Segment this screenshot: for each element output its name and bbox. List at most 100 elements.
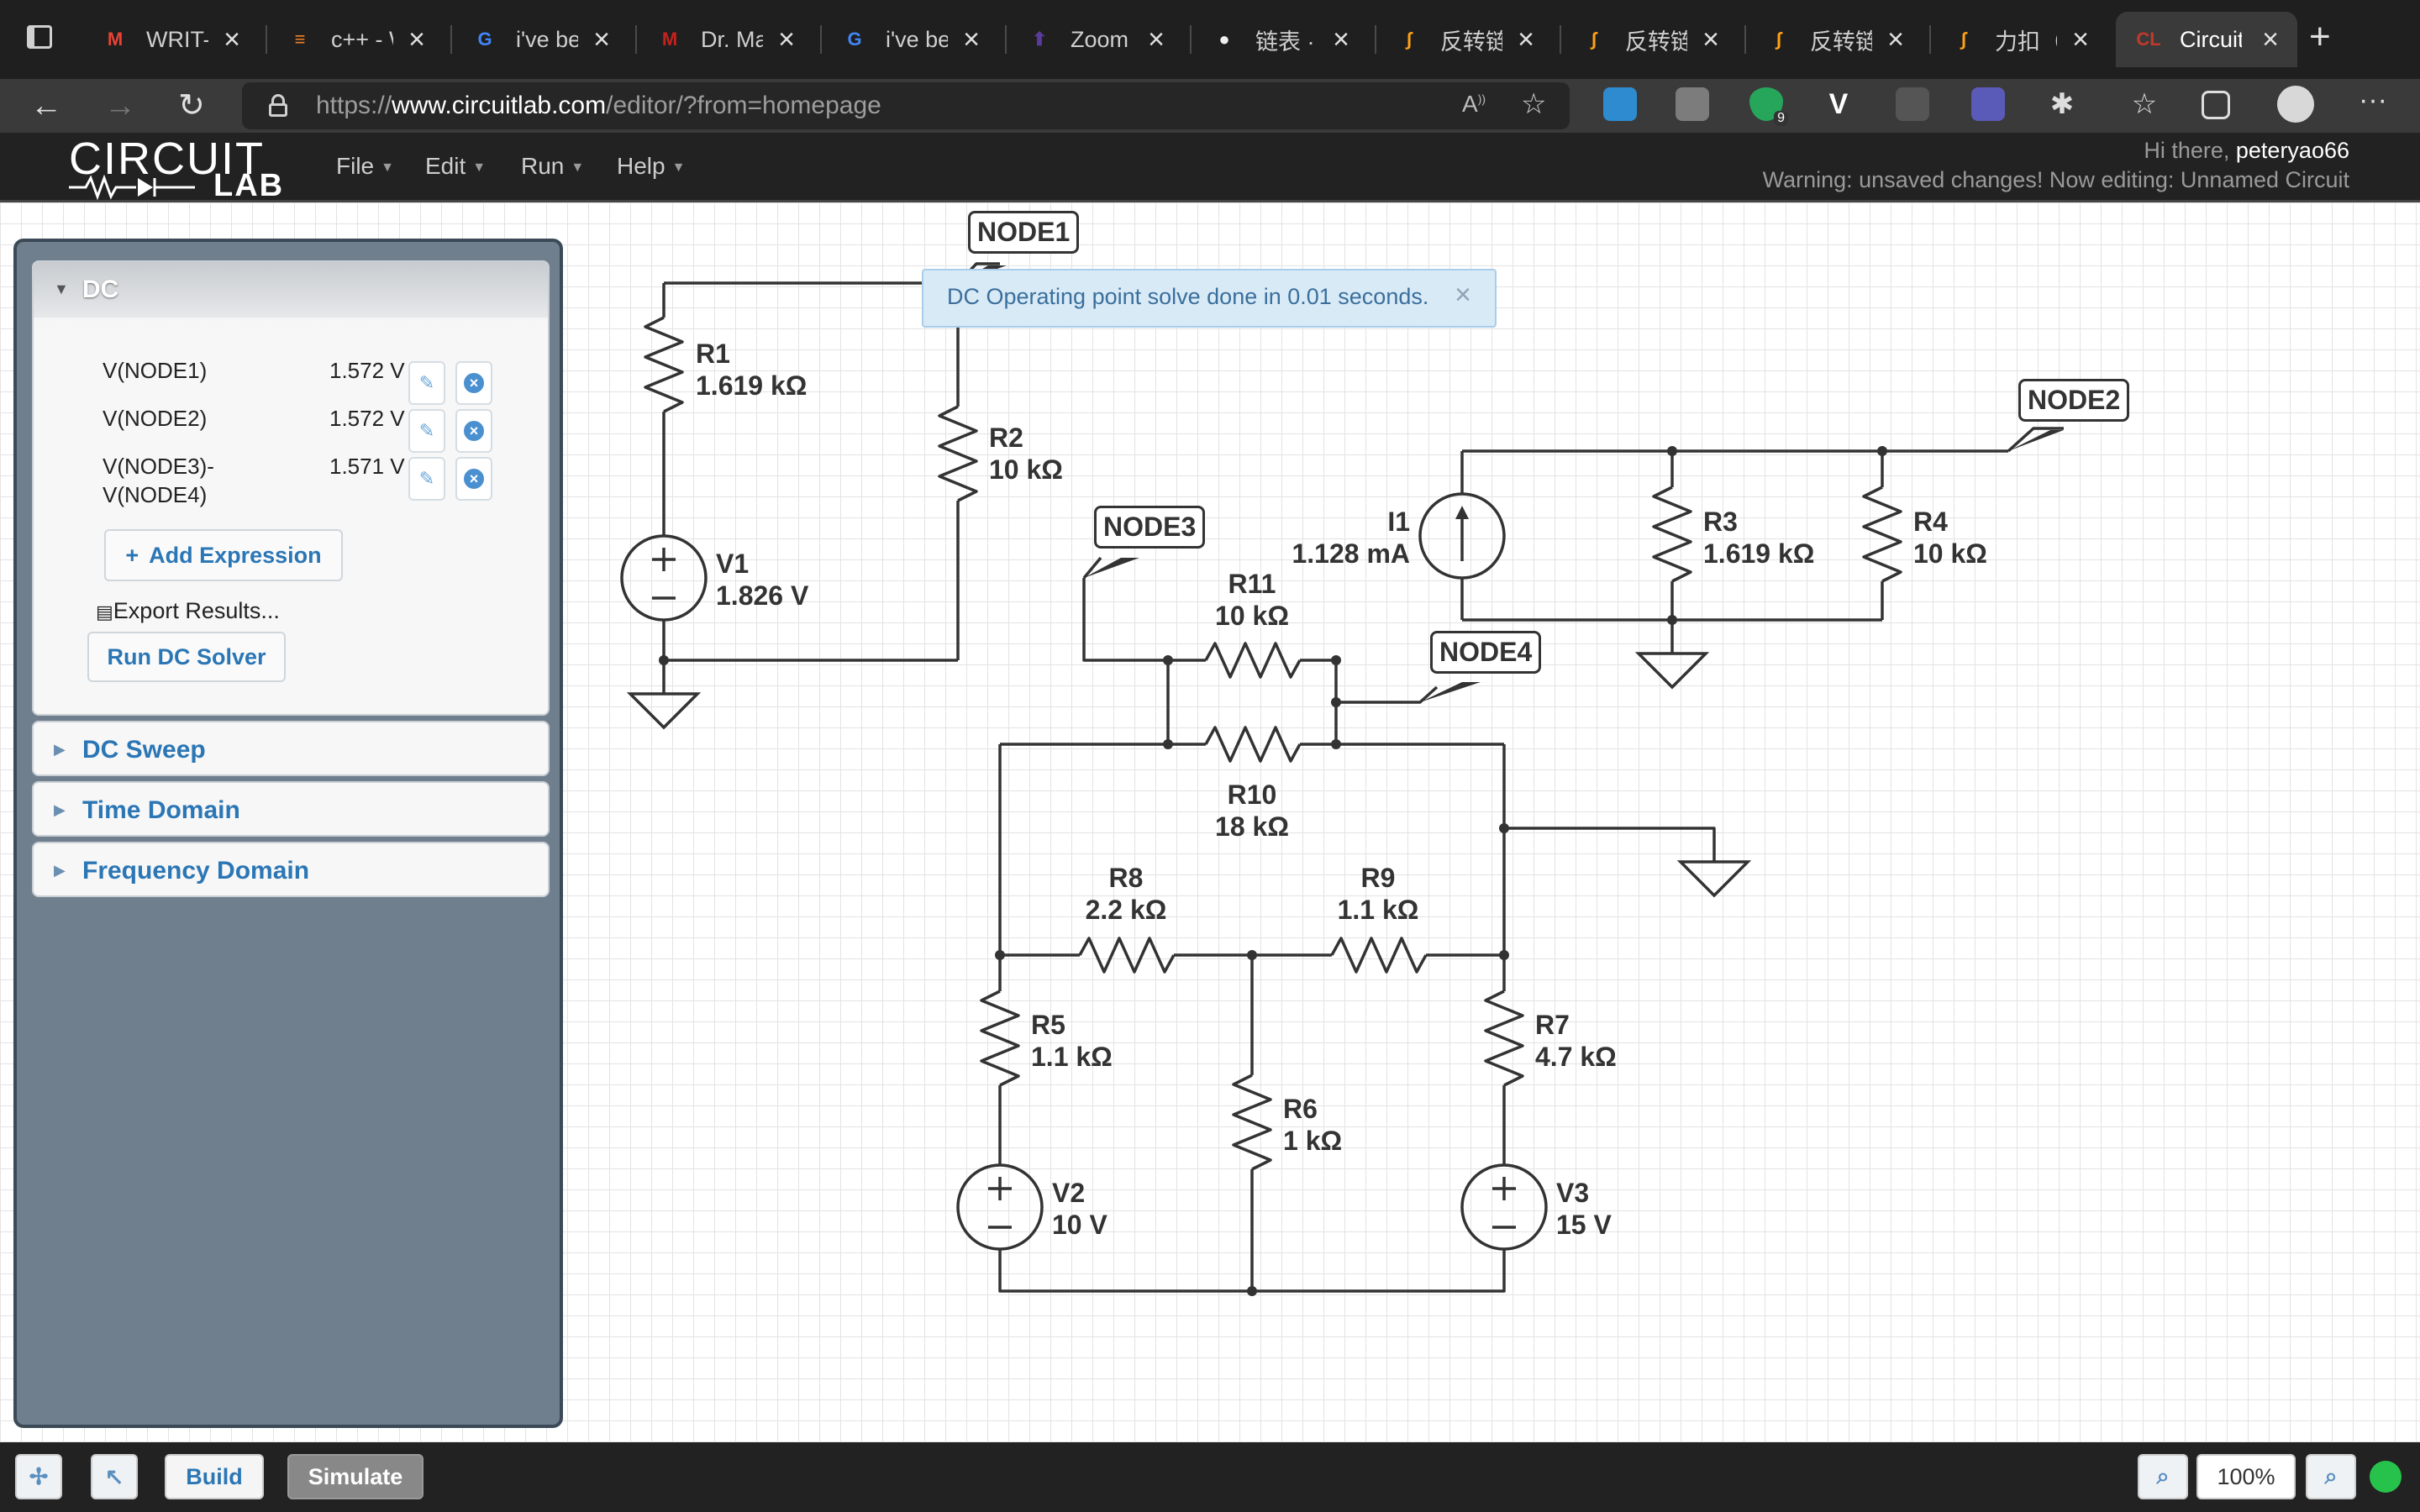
delete-expression-button[interactable]: × — [455, 361, 492, 405]
component-value: 1.1 kΩ — [1337, 895, 1419, 925]
v3-polarity-icon — [1492, 1177, 1516, 1229]
node-label-node3[interactable]: NODE3 — [1094, 506, 1206, 549]
component-value: 10 kΩ — [1913, 538, 1987, 569]
component-value: 1.619 kΩ — [696, 370, 808, 401]
resistor-r1 — [644, 316, 684, 413]
component-name: R11 — [1228, 569, 1276, 599]
component-name: R4 — [1913, 507, 1948, 537]
notice-close-button[interactable]: × — [1455, 279, 1471, 312]
dc-sweep-title: DC Sweep — [82, 736, 206, 764]
component-name: I1 — [1387, 507, 1410, 537]
component-value: 1.1 kΩ — [1031, 1042, 1113, 1072]
component-value: 15 V — [1556, 1210, 1612, 1240]
component-value: 18 kΩ — [1215, 811, 1289, 842]
cursor-icon: ↖ — [104, 1463, 124, 1489]
edit-expression-button[interactable]: ✎ — [408, 457, 445, 501]
component-name: R3 — [1703, 507, 1738, 537]
caret-right-icon: ▶ — [54, 801, 66, 818]
expression-label: V(NODE3)- — [103, 454, 214, 479]
component-name: R10 — [1227, 780, 1277, 810]
zoom-in-button[interactable]: ⌕ — [2306, 1454, 2356, 1499]
ground-icon — [626, 692, 702, 730]
component-label-r10[interactable]: R10 18 kΩ — [1210, 779, 1294, 843]
pencil-icon: ✎ — [418, 372, 435, 393]
dc-section-title: DC — [82, 276, 119, 303]
component-label-r7[interactable]: R7 4.7 kΩ — [1535, 1009, 1617, 1073]
component-label-r5[interactable]: R5 1.1 kΩ — [1031, 1009, 1113, 1073]
component-label-i1[interactable]: I1 1.128 mA — [1291, 506, 1410, 570]
run-dc-solver-label: Run DC Solver — [107, 643, 266, 669]
delete-expression-button[interactable]: × — [455, 409, 492, 453]
component-name: R5 — [1031, 1010, 1065, 1040]
node-label-node4[interactable]: NODE4 — [1430, 631, 1542, 674]
component-label-r4[interactable]: R4 10 kΩ — [1913, 506, 1987, 570]
component-label-r11[interactable]: R11 10 kΩ — [1210, 568, 1294, 632]
i1-arrowhead-icon — [1455, 506, 1469, 519]
expression-label: V(NODE1) — [103, 358, 208, 383]
add-expression-button[interactable]: + Add Expression — [104, 529, 343, 581]
component-label-r6[interactable]: R6 1 kΩ — [1283, 1093, 1342, 1157]
ground-icon — [1676, 860, 1752, 898]
component-value: 1.619 kΩ — [1703, 538, 1815, 569]
run-dc-solver-button[interactable]: Run DC Solver — [87, 632, 286, 682]
component-value: 2.2 kΩ — [1085, 895, 1167, 925]
expression-value: 1.571 V — [329, 454, 405, 479]
component-label-v1[interactable]: V1 1.826 V — [716, 548, 808, 612]
component-value: 1.128 mA — [1292, 538, 1410, 569]
dc-sweep-section[interactable]: ▶ DC Sweep — [32, 721, 550, 776]
move-icon: ✢ — [29, 1463, 49, 1489]
component-name: R7 — [1535, 1010, 1570, 1040]
edit-expression-button[interactable]: ✎ — [408, 361, 445, 405]
component-label-v3[interactable]: V3 15 V — [1556, 1177, 1612, 1241]
component-value: 1 kΩ — [1283, 1126, 1343, 1156]
caret-right-icon: ▶ — [54, 862, 66, 879]
component-value: 10 kΩ — [989, 454, 1063, 485]
component-value: 10 V — [1052, 1210, 1107, 1240]
pan-tool-button[interactable]: ✢ — [15, 1454, 62, 1499]
component-name: V3 — [1556, 1178, 1590, 1208]
remove-icon: × — [464, 469, 484, 489]
frequency-domain-section[interactable]: ▶ Frequency Domain — [32, 842, 550, 897]
expression-value: 1.572 V — [329, 406, 405, 431]
v2-polarity-icon — [988, 1177, 1012, 1229]
caret-right-icon: ▶ — [54, 741, 66, 758]
simulate-button[interactable]: Simulate — [287, 1454, 424, 1499]
export-results-link[interactable]: ▤Export Results... — [96, 598, 280, 624]
node-label-node2[interactable]: NODE2 — [2018, 379, 2130, 422]
table-icon: ▤ — [96, 601, 113, 622]
expression-value: 1.572 V — [329, 358, 405, 383]
select-tool-button[interactable]: ↖ — [91, 1454, 138, 1499]
zoom-level[interactable]: 100% — [2196, 1454, 2296, 1499]
dc-section: ▼ DC V(NODE1) 1.572 V ✎ × V(NODE2) 1.572… — [32, 260, 550, 716]
component-label-r3[interactable]: R3 1.619 kΩ — [1703, 506, 1814, 570]
component-label-v2[interactable]: V2 10 V — [1052, 1177, 1107, 1241]
build-button[interactable]: Build — [165, 1454, 264, 1499]
remove-icon: × — [464, 373, 484, 393]
remove-icon: × — [464, 421, 484, 441]
component-value: 10 kΩ — [1215, 601, 1289, 631]
node-label-node1[interactable]: NODE1 — [968, 211, 1080, 254]
component-label-r9[interactable]: R9 1.1 kΩ — [1328, 862, 1428, 926]
zoom-out-button[interactable]: ⌕ — [2138, 1454, 2188, 1499]
v1-polarity-icon — [652, 548, 676, 600]
time-domain-section[interactable]: ▶ Time Domain — [32, 781, 550, 837]
status-indicator-icon — [2370, 1461, 2402, 1493]
export-results-label: Export Results... — [113, 598, 280, 623]
component-label-r2[interactable]: R2 10 kΩ — [989, 422, 1063, 486]
component-label-r8[interactable]: R8 2.2 kΩ — [1076, 862, 1176, 926]
expression-label-line2: V(NODE4) — [103, 482, 208, 507]
solve-notice-text: DC Operating point solve done in 0.01 se… — [947, 284, 1429, 309]
component-label-r1[interactable]: R1 1.619 kΩ — [696, 338, 807, 402]
component-name: R1 — [696, 339, 730, 369]
component-name: R8 — [1108, 863, 1144, 893]
pencil-icon: ✎ — [418, 420, 435, 441]
bottom-toolbar: ✢ ↖ Build Simulate ⌕ 100% ⌕ — [0, 1442, 2420, 1512]
expression-label: V(NODE2) — [103, 406, 208, 431]
edit-expression-button[interactable]: ✎ — [408, 409, 445, 453]
ground-symbols — [626, 652, 1752, 898]
delete-expression-button[interactable]: × — [455, 457, 492, 501]
component-name: R2 — [989, 423, 1023, 453]
zoom-in-icon: ⌕ — [2324, 1463, 2338, 1488]
component-value: 1.826 V — [716, 580, 809, 611]
dc-section-header[interactable]: ▼ DC — [34, 262, 548, 318]
